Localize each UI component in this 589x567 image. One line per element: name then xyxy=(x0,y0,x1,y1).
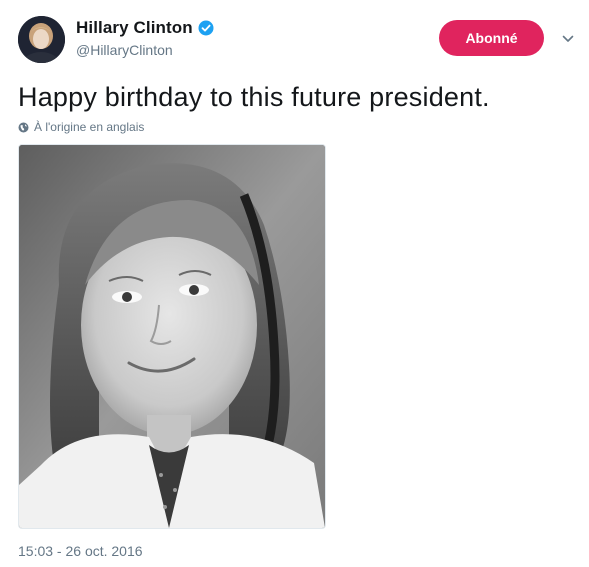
verified-badge-icon xyxy=(198,20,214,36)
tweet-photo[interactable] xyxy=(18,144,326,529)
following-button[interactable]: Abonné xyxy=(439,20,544,56)
tweet-timestamp[interactable]: 15:03 - 26 oct. 2016 xyxy=(18,543,143,559)
author-name-row: Hillary Clinton xyxy=(76,17,214,39)
tweet-card: Hillary Clinton @HillaryClinton Abonné H… xyxy=(0,0,589,567)
author-display-name[interactable]: Hillary Clinton xyxy=(76,18,193,38)
author-avatar[interactable] xyxy=(18,16,65,63)
globe-icon xyxy=(18,122,29,133)
tweet-text: Happy birthday to this future president. xyxy=(18,82,490,112)
author-handle[interactable]: @HillaryClinton xyxy=(76,42,173,58)
translation-note[interactable]: À l'origine en anglais xyxy=(18,120,144,134)
chevron-down-icon[interactable] xyxy=(561,32,575,46)
translation-note-label: À l'origine en anglais xyxy=(34,120,145,134)
